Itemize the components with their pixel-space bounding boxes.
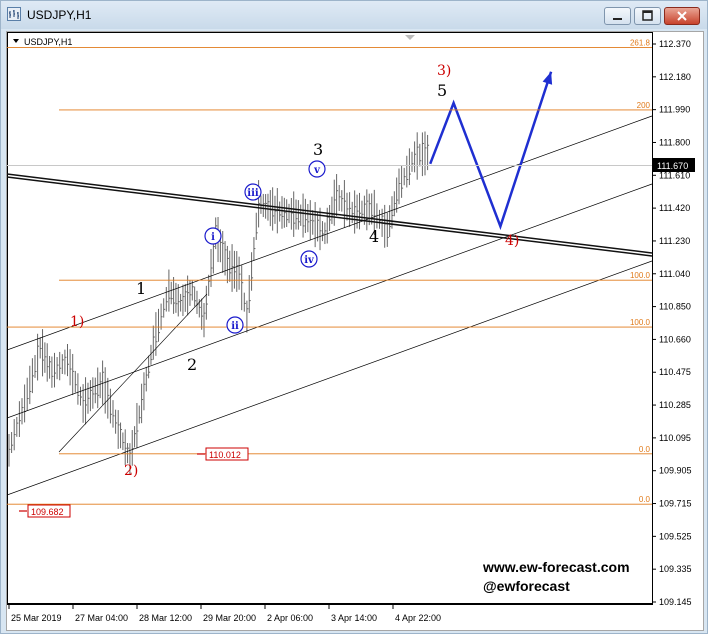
wave-label-blue-ii: ii bbox=[231, 321, 239, 332]
y-tick-label: 109.525 bbox=[659, 531, 692, 541]
y-tick-label: 111.230 bbox=[659, 236, 690, 246]
wave-label-red-4: 4) bbox=[505, 233, 519, 249]
y-tick-label: 110.850 bbox=[659, 302, 691, 312]
x-tick-label: 29 Mar 20:00 bbox=[203, 613, 256, 623]
price-level-109682: 109.682 bbox=[19, 504, 71, 518]
wave-label-red-2: 2) bbox=[124, 463, 138, 479]
price-bars bbox=[8, 131, 430, 475]
x-tick-label: 27 Mar 04:00 bbox=[75, 613, 128, 623]
mt4-chart-window: USDJPY,H1 USDJPY,H1 261.8 200 100.0 100.… bbox=[0, 0, 708, 634]
wave-label-blue-v: v bbox=[313, 165, 321, 176]
wave-label-red-1: 1) bbox=[70, 314, 84, 330]
y-tick-label: 111.420 bbox=[659, 203, 690, 213]
y-tick-label: 111.990 bbox=[659, 105, 690, 115]
watermark-handle: @ewforecast bbox=[483, 578, 570, 594]
close-icon bbox=[677, 11, 687, 21]
wave-label-black-4: 4 bbox=[369, 227, 379, 246]
shift-marker-icon bbox=[405, 35, 415, 40]
watermark-url: www.ew-forecast.com bbox=[482, 559, 630, 575]
y-tick-label: 111.040 bbox=[659, 269, 690, 279]
y-tick-label: 110.285 bbox=[659, 400, 691, 410]
y-tick-label: 109.145 bbox=[659, 597, 692, 607]
minimize-icon bbox=[613, 18, 622, 20]
price-chart[interactable]: USDJPY,H1 261.8 200 100.0 100.0 0.0 0.0 112.3… bbox=[7, 32, 703, 630]
channel-lower-line bbox=[7, 260, 653, 496]
window-titlebar[interactable]: USDJPY,H1 bbox=[1, 1, 707, 29]
current-price-label: 111.670 bbox=[657, 161, 688, 171]
projection-arrow-icon bbox=[542, 71, 553, 85]
x-tick-label: 4 Apr 22:00 bbox=[395, 613, 441, 623]
x-tick-label: 25 Mar 2019 bbox=[11, 613, 62, 623]
plot-frame bbox=[7, 32, 653, 604]
y-axis-ticks: 112.370112.180111.990111.800111.610111.4… bbox=[652, 39, 692, 607]
maximize-icon bbox=[642, 10, 653, 21]
wave-label-black-1: 1 bbox=[136, 279, 146, 298]
y-tick-label: 110.475 bbox=[659, 367, 691, 377]
price-level-109682-label: 109.682 bbox=[31, 507, 64, 517]
wave-label-black-3: 3 bbox=[313, 140, 323, 159]
window-title: USDJPY,H1 bbox=[27, 8, 92, 22]
chart-symbol-label: USDJPY,H1 bbox=[24, 37, 72, 47]
y-tick-label: 109.335 bbox=[659, 564, 692, 574]
x-tick-label: 28 Mar 12:00 bbox=[139, 613, 192, 623]
maximize-button[interactable] bbox=[634, 7, 661, 25]
wave-label-blue-iii: iii bbox=[247, 188, 259, 199]
channel-upper-line bbox=[7, 115, 653, 351]
fib-level-label: 100.0 bbox=[630, 318, 651, 327]
fib-level-label: 0.0 bbox=[639, 495, 651, 504]
wave-label-blue-iv: iv bbox=[304, 255, 315, 266]
wave-projection-path bbox=[429, 71, 553, 231]
chart-menu-icon[interactable] bbox=[13, 39, 19, 43]
fib-level-label: 261.8 bbox=[630, 38, 651, 47]
wave-label-black-5: 5 bbox=[437, 81, 447, 100]
y-tick-label: 110.660 bbox=[659, 334, 691, 344]
wave-label-black-2: 2 bbox=[187, 355, 197, 374]
y-tick-label: 112.370 bbox=[659, 39, 691, 49]
y-tick-label: 109.715 bbox=[659, 499, 692, 509]
x-tick-label: 3 Apr 14:00 bbox=[331, 613, 377, 623]
y-tick-label: 110.095 bbox=[659, 433, 691, 443]
close-button[interactable] bbox=[664, 7, 700, 25]
chart-app-icon bbox=[7, 7, 21, 21]
fibonacci-levels: 261.8 200 100.0 100.0 0.0 0.0 bbox=[7, 38, 652, 505]
x-tick-label: 2 Apr 06:00 bbox=[267, 613, 313, 623]
price-level-110012-label: 110.012 bbox=[209, 450, 241, 460]
y-tick-label: 111.800 bbox=[659, 137, 690, 147]
fib-level-label: 0.0 bbox=[639, 445, 651, 454]
y-tick-label: 112.180 bbox=[659, 72, 691, 82]
minimize-button[interactable] bbox=[604, 7, 631, 25]
fib-level-label: 200 bbox=[637, 101, 651, 110]
fib-level-label: 100.0 bbox=[630, 271, 651, 280]
x-axis-ticks: 25 Mar 2019 27 Mar 04:00 28 Mar 12:00 29 Ma… bbox=[8, 604, 441, 623]
trend-channels bbox=[7, 115, 653, 496]
chart-area[interactable]: USDJPY,H1 261.8 200 100.0 100.0 0.0 0.0 112.3… bbox=[6, 31, 704, 631]
wave-label-blue-i: i bbox=[211, 232, 215, 243]
y-tick-label: 109.905 bbox=[659, 466, 692, 476]
price-level-110012: 110.012 bbox=[197, 447, 249, 461]
wave-label-red-3: 3) bbox=[437, 63, 451, 79]
